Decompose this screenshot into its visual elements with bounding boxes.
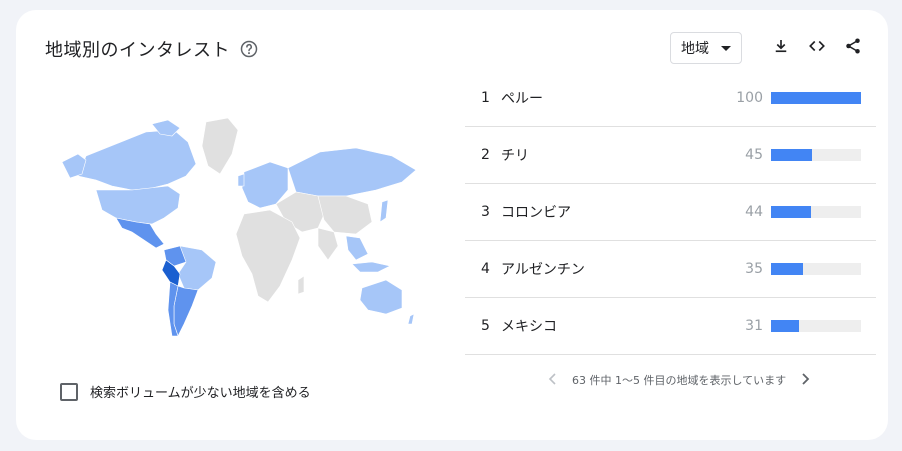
region-bar — [771, 263, 803, 275]
low-volume-checkbox[interactable] — [60, 382, 78, 401]
share-button[interactable] — [842, 37, 864, 59]
region-bar — [771, 92, 861, 104]
region-bar — [771, 149, 812, 161]
map-region-africa — [235, 209, 301, 303]
map-region-indonesia — [351, 261, 391, 273]
card-title: 地域別のインタレスト — [45, 36, 258, 62]
chevron-right-icon — [802, 372, 810, 388]
map-region-southeast-asia — [345, 235, 369, 261]
region-bar-track — [771, 263, 861, 275]
region-rank: 5 — [481, 318, 490, 334]
region-rank: 3 — [481, 204, 490, 220]
dropdown-arrow-icon — [721, 40, 731, 56]
table-row[interactable]: 1 ペルー 100 — [465, 70, 876, 127]
world-map[interactable] — [56, 110, 416, 340]
map-region-argentina — [173, 285, 199, 337]
map-region-india — [317, 227, 339, 261]
region-value: 31 — [745, 318, 763, 334]
map-region-australia — [359, 279, 403, 315]
region-name[interactable]: チリ — [501, 145, 723, 165]
map-region-madagascar — [297, 275, 305, 295]
low-volume-label: 検索ボリュームが少ない地域を含める — [90, 386, 311, 401]
download-icon — [772, 37, 790, 59]
region-name[interactable]: メキシコ — [501, 316, 723, 336]
region-bar-track — [771, 149, 861, 161]
table-row[interactable]: 4 アルゼンチン 35 — [465, 241, 876, 298]
table-row[interactable]: 2 チリ 45 — [465, 127, 876, 184]
region-value: 44 — [745, 204, 763, 220]
region-bar-track — [771, 92, 861, 104]
region-bar-track — [771, 206, 861, 218]
region-name[interactable]: コロンビア — [501, 202, 723, 222]
table-row[interactable]: 3 コロンビア 44 — [465, 184, 876, 241]
table-row[interactable]: 5 メキシコ 31 — [465, 298, 876, 355]
map-region-new-zealand — [407, 313, 415, 325]
region-bar — [771, 206, 811, 218]
region-value: 100 — [736, 90, 763, 106]
region-ranking-list: 1 ペルー 100 2 チリ 45 3 コロンビア 44 4 アルゼンチン 35… — [465, 70, 876, 355]
region-name[interactable]: ペルー — [501, 88, 723, 108]
pagination: 63 件中 1〜5 件目の地域を表示しています — [544, 372, 814, 388]
card-toolbar: 地域 — [670, 32, 864, 64]
chevron-left-icon — [548, 372, 556, 388]
help-circle-icon[interactable] — [240, 40, 258, 58]
map-region-usa — [95, 185, 181, 225]
map-region-greenland — [201, 117, 239, 175]
region-bar-track — [771, 320, 861, 332]
geo-level-select[interactable]: 地域 — [670, 32, 742, 64]
region-value: 35 — [745, 261, 763, 277]
low-volume-option[interactable]: 検索ボリュームが少ない地域を含める — [60, 382, 311, 401]
embed-code-icon — [807, 37, 827, 59]
pagination-text: 63 件中 1〜5 件目の地域を表示しています — [572, 374, 787, 387]
region-rank: 4 — [481, 261, 490, 277]
map-region-russia — [287, 147, 416, 197]
download-button[interactable] — [770, 37, 792, 59]
map-region-south-america — [177, 245, 217, 291]
region-rank: 1 — [481, 90, 490, 106]
interest-by-region-card: 地域別のインタレスト 地域 検索ボリュームが少ない地域を含める 1 ペルー 10… — [16, 10, 888, 440]
geo-level-select-value: 地域 — [681, 41, 709, 57]
region-rank: 2 — [481, 147, 490, 163]
region-name[interactable]: アルゼンチン — [501, 259, 723, 279]
card-title-text: 地域別のインタレスト — [45, 40, 230, 61]
share-icon — [844, 37, 862, 59]
next-page-button[interactable] — [798, 372, 814, 388]
region-bar — [771, 320, 799, 332]
embed-button[interactable] — [806, 37, 828, 59]
map-region-mexico — [115, 217, 165, 249]
map-region-canada — [77, 129, 197, 191]
map-region-uk — [237, 173, 245, 187]
map-region-china — [317, 195, 373, 235]
region-value: 45 — [745, 147, 763, 163]
prev-page-button[interactable] — [544, 372, 560, 388]
map-region-japan — [379, 199, 389, 223]
